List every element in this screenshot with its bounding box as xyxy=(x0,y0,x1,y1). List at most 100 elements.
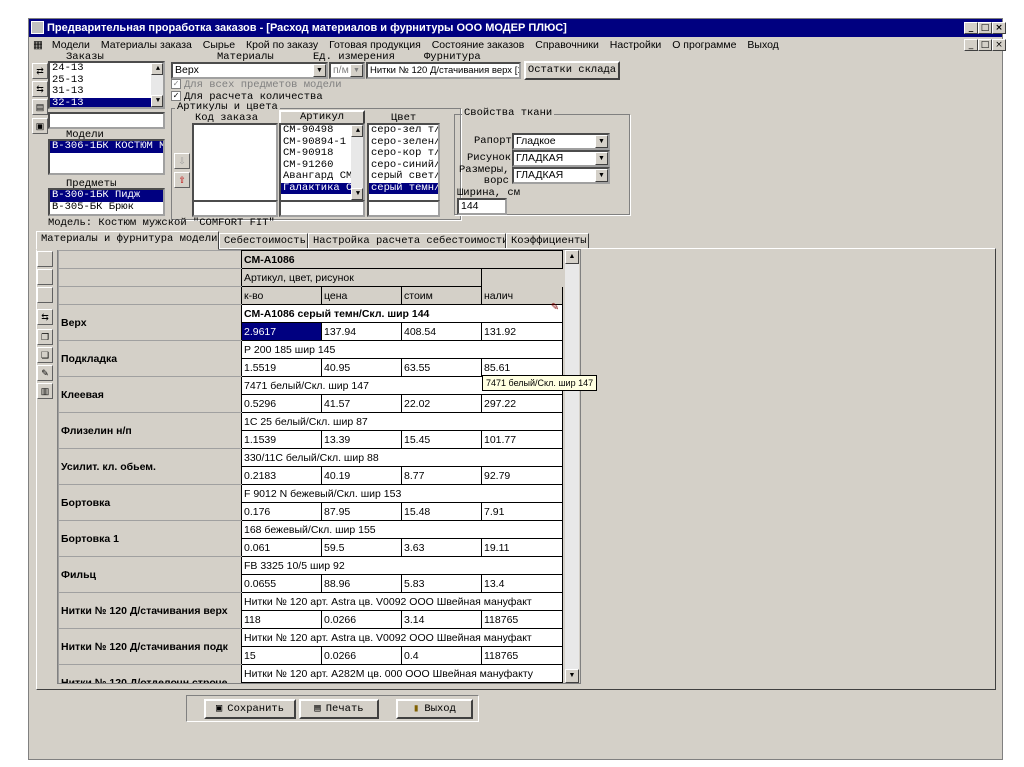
arrow-up-icon[interactable]: ⇧ xyxy=(174,172,190,188)
price-cell[interactable]: 88.96 xyxy=(321,574,402,593)
price-cell[interactable]: 0.0266 xyxy=(321,610,402,629)
order-code-list[interactable] xyxy=(192,123,278,202)
qty-cell-selected[interactable]: 2.9617 xyxy=(241,322,322,341)
menu-order-materials[interactable]: Материалы заказа xyxy=(97,37,196,53)
dropdown-icon[interactable]: ▼ xyxy=(350,64,363,77)
material-desc-cell[interactable]: F 9012 N бежевый/Скл. шир 153 xyxy=(241,484,563,503)
dropdown-icon[interactable]: ▼ xyxy=(595,169,608,182)
stock-cell[interactable]: 282847 xyxy=(481,682,563,683)
exit-button[interactable]: ▮ Выход xyxy=(396,699,473,719)
qty-cell[interactable]: 0.2183 xyxy=(241,466,322,485)
cost-cell[interactable]: 8.77 xyxy=(401,466,482,485)
tab-cost[interactable]: Себестоимость xyxy=(219,233,308,249)
price-cell[interactable]: 87.95 xyxy=(321,502,402,521)
price-cell[interactable]: 40.19 xyxy=(321,466,402,485)
close-button[interactable]: × xyxy=(992,22,1006,34)
list-item[interactable]: серый свет/ xyxy=(369,170,438,183)
price-cell[interactable]: 41.57 xyxy=(321,394,402,413)
checkbox-box[interactable]: ✓ xyxy=(171,91,181,102)
material-desc-cell[interactable]: Нитки № 120 арт. Astra цв. V0092 ООО Шве… xyxy=(241,592,563,611)
side-copy-icon[interactable]: ❐ xyxy=(37,329,53,345)
color-list[interactable]: серо-зел т/ серо-зелен/ серо-кор т/ серо… xyxy=(367,123,440,202)
edit-pencil-icon[interactable]: ✎ xyxy=(548,302,562,316)
stock-cell[interactable]: 118765 xyxy=(481,646,563,665)
list-item[interactable]: 24-13 xyxy=(50,63,163,75)
print-button[interactable]: ▤ Печать xyxy=(299,699,379,719)
orders-list[interactable]: 24-13 25-13 31-13 32-13 ▲ ▼ xyxy=(48,61,165,109)
sizes-select[interactable]: ГЛАДКАЯ ▼ xyxy=(512,167,610,184)
qty-cell[interactable]: 118 xyxy=(241,610,322,629)
material-desc-cell[interactable]: 1С 25 белый/Скл. шир 87 xyxy=(241,412,563,431)
material-desc-cell[interactable]: FB 3325 10/5 шир 92 xyxy=(241,556,563,575)
cost-cell[interactable]: 63.55 xyxy=(401,358,482,377)
stock-cell[interactable]: 92.79 xyxy=(481,466,563,485)
qty-cell[interactable]: 0.176 xyxy=(241,502,322,521)
scroll-down-icon[interactable]: ▼ xyxy=(151,95,163,107)
width-input[interactable]: 144 xyxy=(457,198,507,215)
save-button[interactable]: ▣ Сохранить xyxy=(204,699,296,719)
list-item[interactable]: В-305-БК Брюк xyxy=(50,201,163,214)
stock-cell[interactable]: 101.77 xyxy=(481,430,563,449)
tab-materials[interactable]: Материалы и фурнитура модели xyxy=(36,231,219,250)
grid-scrollbar[interactable]: ▲ ▼ xyxy=(565,250,579,683)
price-cell[interactable]: 59.5 xyxy=(321,538,402,557)
models-list[interactable]: В-306-1БК КОСТЮМ М xyxy=(48,139,165,175)
price-header[interactable]: цена xyxy=(321,286,402,305)
order-code-input[interactable] xyxy=(192,200,278,217)
pattern-select[interactable]: ГЛАДКАЯ ▼ xyxy=(512,150,610,167)
article-list[interactable]: СМ-90498 СМ-90894-1 СМ-90918 СМ-91260 Ав… xyxy=(279,123,365,202)
material-desc-cell[interactable]: 168 бежевый/Скл. шир 155 xyxy=(241,520,563,539)
list-item-selected[interactable]: В-300-1БК Пидж xyxy=(50,190,163,202)
menu-about[interactable]: О программе xyxy=(668,37,740,53)
article-input[interactable] xyxy=(279,200,365,217)
qty-header[interactable]: к-во xyxy=(241,286,322,305)
arrow-down-icon[interactable]: ⇩ xyxy=(174,153,190,169)
tab-cost-settings[interactable]: Настройка расчета себестоимости xyxy=(308,233,508,249)
stock-cell[interactable]: 118765 xyxy=(481,610,563,629)
tab-coefficients[interactable]: Коэффициенты xyxy=(506,233,589,249)
menu-doc-icon[interactable]: ▦ xyxy=(29,37,45,53)
side-paste-icon[interactable]: ❏ xyxy=(37,347,53,363)
price-cell[interactable]: 40.95 xyxy=(321,358,402,377)
price-cell[interactable]: 137.94 xyxy=(321,322,402,341)
qty-cell[interactable]: 0.0655 xyxy=(241,574,322,593)
color-input[interactable] xyxy=(367,200,440,217)
inner-close-button[interactable]: × xyxy=(992,39,1006,51)
orders-list-icon[interactable]: ▤ xyxy=(32,99,48,115)
stock-cell[interactable]: 85.61 xyxy=(481,358,563,377)
minimize-button[interactable]: _ xyxy=(964,22,978,34)
menu-references[interactable]: Справочники xyxy=(531,37,603,53)
side-blank-button[interactable] xyxy=(37,287,53,303)
rapport-select[interactable]: Гладкое ▼ xyxy=(512,133,610,150)
cost-cell[interactable]: 3.14 xyxy=(401,610,482,629)
material-desc-cell[interactable]: 330/11С белый/Скл. шир 88 xyxy=(241,448,563,467)
orders-report-icon[interactable]: ▣ xyxy=(32,118,48,134)
cost-cell[interactable]: 0.4 xyxy=(401,646,482,665)
items-list[interactable]: В-300-1БК Пидж В-305-БК Брюк xyxy=(48,188,165,216)
material-desc-cell[interactable]: Нитки № 120 арт. А282М цв. 000 ООО Швейн… xyxy=(241,664,563,683)
cost-cell[interactable]: 22.02 xyxy=(401,394,482,413)
stock-cell[interactable]: 7.91 xyxy=(481,502,563,521)
side-swap-icon[interactable]: ⇆ xyxy=(37,309,53,325)
orders-add-icon[interactable]: ⇄ xyxy=(32,63,48,79)
list-item[interactable]: серо-кор т/ xyxy=(369,147,438,160)
list-item-selected[interactable]: 32-13 xyxy=(50,97,163,107)
cost-cell[interactable]: 15.45 xyxy=(401,430,482,449)
menu-exit[interactable]: Выход xyxy=(743,37,782,53)
qty-cell[interactable]: 1.1539 xyxy=(241,430,322,449)
scroll-up-icon[interactable]: ▲ xyxy=(151,63,163,75)
checkbox-box[interactable]: ✓ xyxy=(171,79,181,90)
list-item-selected[interactable]: В-306-1БК КОСТЮМ М xyxy=(50,141,163,153)
qty-cell[interactable]: 21 xyxy=(241,682,322,683)
scroll-up-icon[interactable]: ▲ xyxy=(351,125,363,137)
inner-restore-button[interactable]: □ xyxy=(978,39,992,51)
stock-cell[interactable]: 297.22 xyxy=(481,394,563,413)
list-item[interactable]: серо-зел т/ xyxy=(369,125,438,137)
cost-cell[interactable]: 408.54 xyxy=(401,322,482,341)
list-item[interactable]: 31-13 xyxy=(50,85,163,98)
inner-minimize-button[interactable]: _ xyxy=(964,39,978,51)
price-cell[interactable]: 0.0266 xyxy=(321,646,402,665)
orders-scrollbar[interactable]: ▲ ▼ xyxy=(151,63,163,107)
material-desc-cell[interactable]: Р 200 185 шир 145 xyxy=(241,340,563,359)
cost-cell[interactable]: 5.83 xyxy=(401,574,482,593)
